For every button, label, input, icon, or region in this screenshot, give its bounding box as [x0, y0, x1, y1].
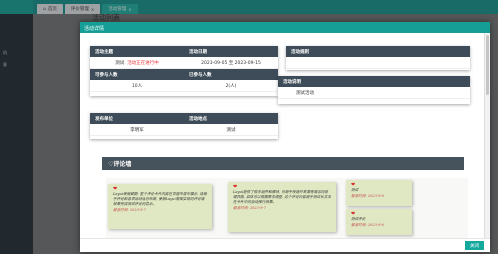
- vertical-scrollbar[interactable]: [484, 33, 490, 238]
- comment-card: ❤ 测试 留言时间: 2023-9-6: [346, 180, 412, 206]
- unit-value: 李明军: [130, 128, 144, 133]
- description-value: 测试活动: [296, 91, 314, 96]
- location-value: 测试: [226, 128, 236, 133]
- comment-text: 测试评论: [351, 217, 366, 221]
- joined-value: 2(人): [225, 84, 237, 89]
- comment-card: ❤ 测试评论 留言时间: 2023-9-6: [346, 209, 412, 235]
- activity-info-card: 活动主题 活动日期 测试 活动正在进行中 2023-09-05 至 2023-09…: [90, 46, 278, 96]
- unit-location-card: 发布单位 活动地点 李明军 测试: [90, 113, 278, 139]
- comment-wall-title: ♡评论墙: [102, 157, 464, 170]
- topic-value: 测试 活动正在进行中: [90, 57, 184, 68]
- comment-time: 留言时间: 2023-9-7: [113, 208, 146, 212]
- rules-value: [286, 57, 470, 68]
- topic-text: 测试: [115, 61, 125, 66]
- description-header: 活动说明: [283, 80, 301, 85]
- comment-wall-label: ♡评论墙: [108, 161, 132, 168]
- column-header: 发布单位: [95, 117, 113, 122]
- comment-text: Layui提供了很多组件和模块, 可用于快速开发漂亮简洁的前端界面, 具体可以根…: [233, 190, 332, 204]
- comment-text: Layui使用截图: 整个评论卡片内容在页面中居中展示, 适用于评论和各项活动信…: [113, 192, 207, 206]
- column-header: 已参与人数: [189, 73, 212, 78]
- rules-header: 活动规则: [291, 50, 309, 55]
- comment-text: 测试: [351, 188, 359, 192]
- comment-time: 留言时间: 2023-9-6: [351, 223, 384, 227]
- modal-body: 活动主题 活动日期 测试 活动正在进行中 2023-09-05 至 2023-09…: [80, 33, 484, 238]
- column-header: 可参与人数: [95, 73, 118, 78]
- rules-card: 活动规则: [286, 46, 470, 70]
- modal-title: 活动详情: [80, 22, 490, 33]
- comment-time: 留言时间: 2023-9-6: [351, 194, 384, 198]
- close-button[interactable]: 关闭: [465, 241, 484, 250]
- description-card: 活动说明 测试活动: [278, 76, 470, 104]
- column-header: 活动日期: [189, 50, 207, 55]
- comment-time: 留言时间: 2023-9-7: [233, 206, 266, 210]
- capacity-value: 10人: [131, 84, 143, 89]
- modal-footer: 关闭: [80, 238, 490, 252]
- column-header: 活动地点: [189, 117, 207, 122]
- comment-card: ❤ Layui使用截图: 整个评论卡片内容在页面中居中展示, 适用于评论和各项活…: [108, 184, 212, 229]
- activity-detail-modal: 活动详情 活动主题 活动日期 测试 活动正在进行中 2023-09-05 至 20…: [80, 22, 490, 252]
- comment-wall: ❤ Layui使用截图: 整个评论卡片内容在页面中居中展示, 适用于评论和各项活…: [106, 178, 468, 238]
- comment-card: ❤ Layui提供了很多组件和模块, 可用于快速开发漂亮简洁的前端界面, 具体可…: [228, 182, 336, 232]
- scrollbar-thumb[interactable]: [486, 35, 489, 95]
- column-header: 活动主题: [95, 50, 113, 55]
- date-value: 2023-09-05 至 2023-09-15: [201, 61, 261, 66]
- status-badge: 活动正在进行中: [127, 61, 159, 66]
